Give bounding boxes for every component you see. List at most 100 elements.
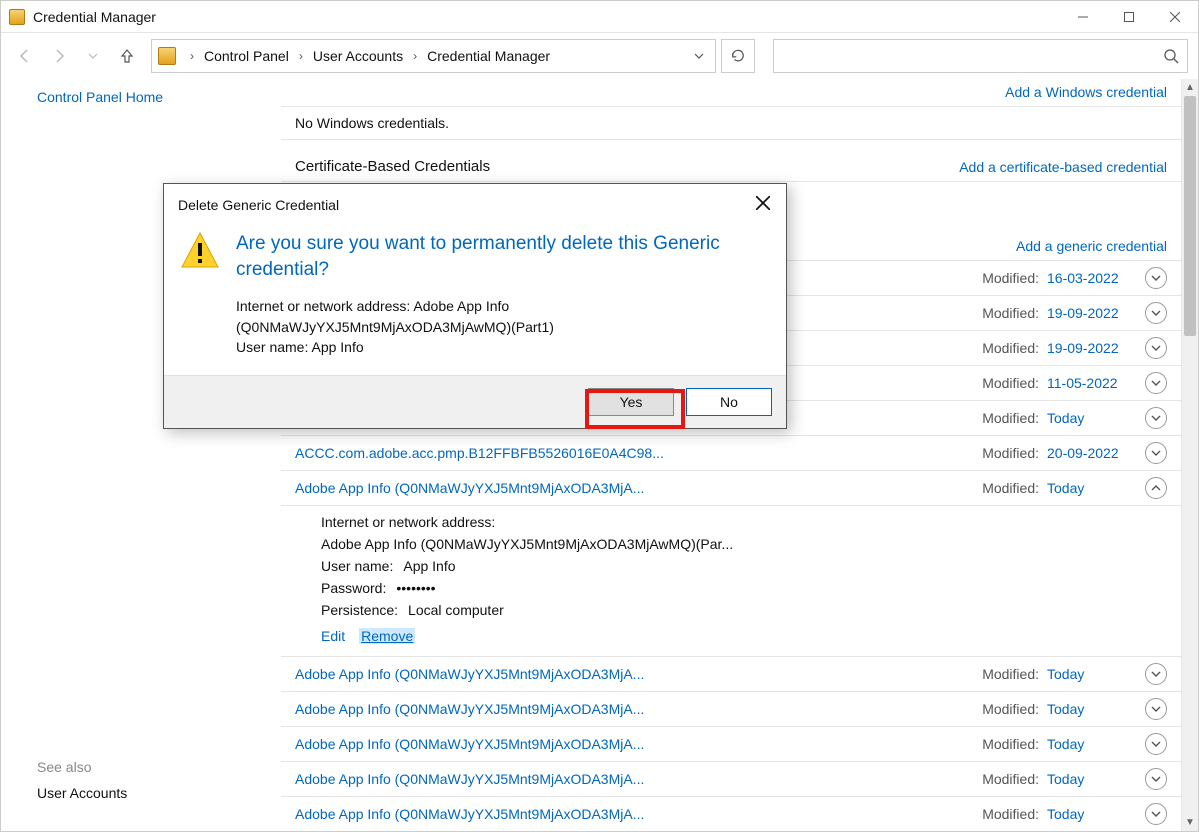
credential-name[interactable]: Adobe App Info (Q0NMaWJyYXJ5Mnt9MjAxODA3…	[295, 666, 974, 682]
maximize-button[interactable]	[1106, 1, 1152, 33]
modified-label: Modified:	[982, 270, 1039, 286]
chevron-down-icon[interactable]	[1145, 663, 1167, 685]
credential-row[interactable]: Adobe App Info (Q0NMaWJyYXJ5Mnt9MjAxODA3…	[281, 797, 1181, 831]
modified-label: Modified:	[982, 445, 1039, 461]
breadcrumb-item[interactable]: User Accounts	[311, 46, 405, 66]
modified-value: Today	[1047, 666, 1131, 682]
app-icon	[9, 9, 25, 25]
add-generic-cred-link[interactable]: Add a generic credential	[1016, 238, 1167, 254]
add-windows-cred-link[interactable]: Add a Windows credential	[1005, 84, 1167, 100]
chevron-down-icon[interactable]	[1145, 698, 1167, 720]
modified-value: 11-05-2022	[1047, 375, 1131, 391]
modified-label: Modified:	[982, 375, 1039, 391]
modified-label: Modified:	[982, 305, 1039, 321]
address-dropdown[interactable]	[687, 51, 711, 61]
up-button[interactable]	[113, 42, 141, 70]
chevron-down-icon[interactable]	[1145, 407, 1167, 429]
credential-name[interactable]: Adobe App Info (Q0NMaWJyYXJ5Mnt9MjAxODA3…	[295, 771, 974, 787]
modified-value: Today	[1047, 410, 1131, 426]
address-bar[interactable]: › Control Panel › User Accounts › Creden…	[151, 39, 716, 73]
modified-label: Modified:	[982, 410, 1039, 426]
edit-link[interactable]: Edit	[321, 628, 345, 644]
cert-cred-title: Certificate-Based Credentials	[295, 158, 490, 175]
credential-row[interactable]: ACCC.com.adobe.acc.pmp.B12FFBFB5526016E0…	[281, 436, 1181, 471]
scroll-thumb[interactable]	[1184, 96, 1196, 336]
no-button[interactable]: No	[686, 388, 772, 416]
credential-row[interactable]: Adobe App Info (Q0NMaWJyYXJ5Mnt9MjAxODA3…	[281, 727, 1181, 762]
minimize-button[interactable]	[1060, 1, 1106, 33]
vertical-scrollbar[interactable]: ▲ ▼	[1181, 79, 1198, 831]
breadcrumb-item[interactable]: Credential Manager	[425, 46, 552, 66]
search-icon	[1163, 48, 1179, 64]
chevron-down-icon[interactable]	[1145, 267, 1167, 289]
dialog-question: Are you sure you want to permanently del…	[236, 231, 762, 282]
credential-name[interactable]: Adobe App Info (Q0NMaWJyYXJ5Mnt9MjAxODA3…	[295, 480, 974, 496]
chevron-right-icon: ›	[293, 49, 309, 63]
credential-row[interactable]: Adobe App Info (Q0NMaWJyYXJ5Mnt9MjAxODA3…	[281, 762, 1181, 797]
see-also-label: See also	[37, 759, 281, 775]
credential-row[interactable]: Adobe App Info (Q0NMaWJyYXJ5Mnt9MjAxODA3…	[281, 692, 1181, 727]
scroll-up-button[interactable]: ▲	[1182, 79, 1198, 96]
dialog-close-button[interactable]	[754, 194, 772, 215]
modified-label: Modified:	[982, 480, 1039, 496]
chevron-down-icon[interactable]	[1145, 302, 1167, 324]
dialog-detail-line2: User name: App Info	[236, 337, 762, 357]
modified-value: Today	[1047, 480, 1131, 496]
password-label: Password:	[321, 580, 386, 596]
chevron-up-icon[interactable]	[1145, 477, 1167, 499]
modified-value: 19-09-2022	[1047, 305, 1131, 321]
username-label: User name:	[321, 558, 393, 574]
chevron-right-icon: ›	[407, 49, 423, 63]
close-button[interactable]	[1152, 1, 1198, 33]
username-value: App Info	[403, 558, 455, 574]
chevron-down-icon[interactable]	[1145, 337, 1167, 359]
modified-label: Modified:	[982, 701, 1039, 717]
warning-icon	[180, 231, 220, 271]
user-accounts-link[interactable]: User Accounts	[37, 785, 281, 801]
remove-link[interactable]: Remove	[359, 628, 415, 644]
credential-details: Internet or network address: Adobe App I…	[281, 506, 1181, 657]
credential-name[interactable]: Adobe App Info (Q0NMaWJyYXJ5Mnt9MjAxODA3…	[295, 806, 974, 822]
refresh-button[interactable]	[721, 39, 755, 73]
chevron-down-icon[interactable]	[1145, 372, 1167, 394]
breadcrumb-item[interactable]: Control Panel	[202, 46, 291, 66]
chevron-down-icon[interactable]	[1145, 442, 1167, 464]
modified-label: Modified:	[982, 666, 1039, 682]
address-label: Internet or network address:	[321, 514, 495, 530]
control-panel-home-link[interactable]: Control Panel Home	[37, 89, 281, 105]
modified-label: Modified:	[982, 771, 1039, 787]
search-input[interactable]	[782, 47, 1163, 65]
credential-row[interactable]: Adobe App Info (Q0NMaWJyYXJ5Mnt9MjAxODA3…	[281, 471, 1181, 506]
window-controls	[1060, 1, 1198, 33]
chevron-down-icon[interactable]	[1145, 733, 1167, 755]
modified-value: 20-09-2022	[1047, 445, 1131, 461]
titlebar: Credential Manager	[1, 1, 1198, 33]
forward-button[interactable]	[45, 42, 73, 70]
modified-value: Today	[1047, 771, 1131, 787]
password-value: ••••••••	[396, 580, 435, 596]
chevron-down-icon[interactable]	[1145, 803, 1167, 825]
persistence-label: Persistence:	[321, 602, 398, 618]
credential-name[interactable]: Adobe App Info (Q0NMaWJyYXJ5Mnt9MjAxODA3…	[295, 701, 974, 717]
modified-label: Modified:	[982, 340, 1039, 356]
recent-dropdown[interactable]	[79, 42, 107, 70]
yes-button[interactable]: Yes	[588, 388, 674, 416]
modified-value: 16-03-2022	[1047, 270, 1131, 286]
persistence-value: Local computer	[408, 602, 504, 618]
back-button[interactable]	[11, 42, 39, 70]
modified-value: 19-09-2022	[1047, 340, 1131, 356]
credential-row[interactable]: Adobe App Info (Q0NMaWJyYXJ5Mnt9MjAxODA3…	[281, 657, 1181, 692]
no-windows-creds-text: No Windows credentials.	[281, 107, 1181, 140]
modified-value: Today	[1047, 736, 1131, 752]
window-title: Credential Manager	[33, 9, 156, 25]
dialog-title: Delete Generic Credential	[178, 197, 339, 213]
dialog-detail-line1: Internet or network address: Adobe App I…	[236, 296, 762, 337]
modified-label: Modified:	[982, 736, 1039, 752]
add-cert-cred-link[interactable]: Add a certificate-based credential	[959, 159, 1167, 175]
credential-name[interactable]: Adobe App Info (Q0NMaWJyYXJ5Mnt9MjAxODA3…	[295, 736, 974, 752]
search-box[interactable]	[773, 39, 1188, 73]
address-value: Adobe App Info (Q0NMaWJyYXJ5Mnt9MjAxODA3…	[321, 536, 733, 552]
scroll-down-button[interactable]: ▼	[1182, 814, 1198, 831]
credential-name[interactable]: ACCC.com.adobe.acc.pmp.B12FFBFB5526016E0…	[295, 445, 974, 461]
chevron-down-icon[interactable]	[1145, 768, 1167, 790]
